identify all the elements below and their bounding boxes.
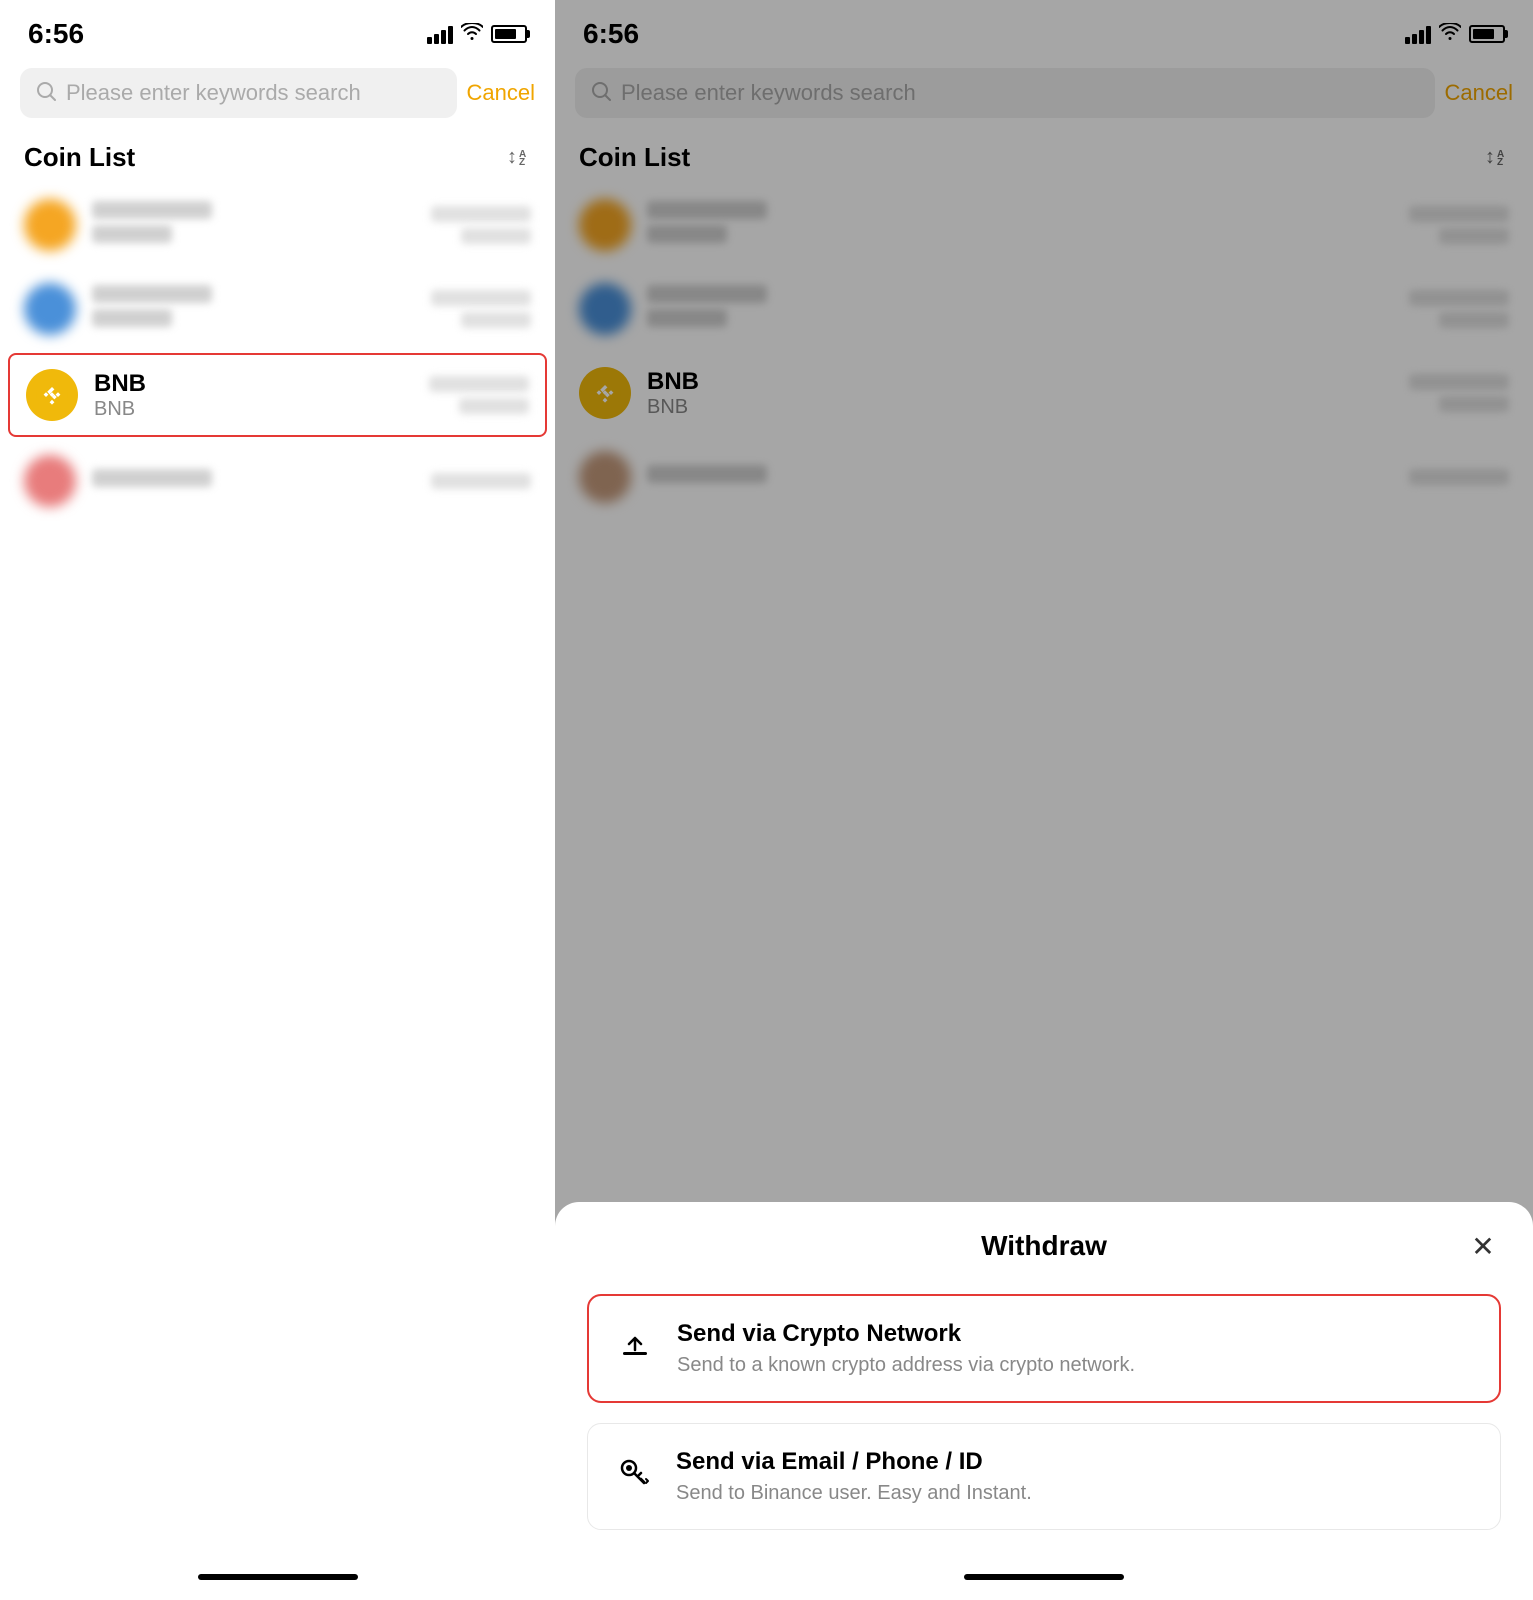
svg-text:↕: ↕ — [507, 146, 517, 167]
left-coin-list-title: Coin List — [24, 142, 135, 173]
left-search-placeholder: Please enter keywords search — [66, 80, 361, 106]
right-phone-inner: 6:56 — [555, 0, 1533, 1600]
left-status-icons — [427, 23, 527, 46]
email-phone-desc: Send to Binance user. Easy and Instant. — [676, 1482, 1032, 1505]
left-search-icon — [36, 81, 56, 106]
left-coin-info-2 — [92, 285, 431, 333]
left-status-bar: 6:56 — [0, 0, 555, 60]
email-phone-title: Send via Email / Phone / ID — [676, 1448, 1032, 1476]
email-phone-content: Send via Email / Phone / ID Send to Bina… — [676, 1448, 1032, 1505]
left-coin-row-4[interactable] — [8, 441, 547, 521]
left-bnb-symbol: BNB — [94, 398, 429, 421]
left-coin-info-1 — [92, 201, 431, 249]
crypto-network-title: Send via Crypto Network — [677, 1320, 1135, 1348]
left-time: 6:56 — [28, 18, 84, 50]
left-phone-panel: 6:56 — [0, 0, 555, 1600]
right-phone-panel: 6:56 — [555, 0, 1533, 1600]
crypto-network-content: Send via Crypto Network Send to a known … — [677, 1320, 1135, 1377]
left-bnb-name: BNB — [94, 370, 429, 398]
left-bnb-value — [429, 376, 529, 414]
left-bnb-info: BNB BNB — [94, 370, 429, 421]
left-bnb-icon — [26, 369, 78, 421]
key-icon — [612, 1450, 656, 1494]
left-section-header: Coin List ↕ A Z — [0, 126, 555, 185]
svg-text:Z: Z — [519, 157, 525, 167]
left-coin-icon-4 — [24, 455, 76, 507]
left-coin-row-2[interactable] — [8, 269, 547, 349]
left-coin-icon-2 — [24, 283, 76, 335]
withdraw-title: Withdraw — [981, 1230, 1107, 1262]
left-home-bar — [198, 1574, 358, 1580]
left-coin-name-4 — [92, 469, 212, 487]
left-coin-name-2 — [92, 285, 212, 303]
left-sort-icon[interactable]: ↕ A Z — [507, 143, 531, 173]
left-coin-list: BNB BNB — [0, 185, 555, 1558]
left-coin-row-bnb[interactable]: BNB BNB — [8, 353, 547, 437]
left-coin-symbol-2 — [92, 309, 172, 327]
left-search-bar: Please enter keywords search Cancel — [0, 60, 555, 126]
withdraw-header: Withdraw ✕ — [587, 1230, 1501, 1262]
left-cancel-button[interactable]: Cancel — [467, 80, 535, 106]
left-coin-value-1 — [431, 206, 531, 244]
left-battery-icon — [491, 25, 527, 43]
left-wifi-icon — [461, 23, 483, 46]
left-search-input-container[interactable]: Please enter keywords search — [20, 68, 457, 118]
withdraw-bottom-sheet: Withdraw ✕ Send via Crypto Network Send … — [555, 1202, 1533, 1600]
left-coin-symbol-1 — [92, 225, 172, 243]
crypto-network-option[interactable]: Send via Crypto Network Send to a known … — [587, 1294, 1501, 1403]
crypto-network-desc: Send to a known crypto address via crypt… — [677, 1354, 1135, 1377]
withdraw-close-button[interactable]: ✕ — [1465, 1228, 1501, 1264]
email-phone-option[interactable]: Send via Email / Phone / ID Send to Bina… — [587, 1423, 1501, 1530]
upload-icon — [613, 1322, 657, 1366]
left-signal-icon — [427, 24, 453, 44]
right-home-indicator — [555, 1558, 1533, 1600]
left-coin-value-4 — [431, 473, 531, 489]
left-home-indicator — [0, 1558, 555, 1600]
left-coin-info-4 — [92, 469, 431, 493]
left-coin-value-2 — [431, 290, 531, 328]
left-coin-icon-1 — [24, 199, 76, 251]
left-coin-name-1 — [92, 201, 212, 219]
left-coin-row-1[interactable] — [8, 185, 547, 265]
right-home-bar — [964, 1574, 1124, 1580]
